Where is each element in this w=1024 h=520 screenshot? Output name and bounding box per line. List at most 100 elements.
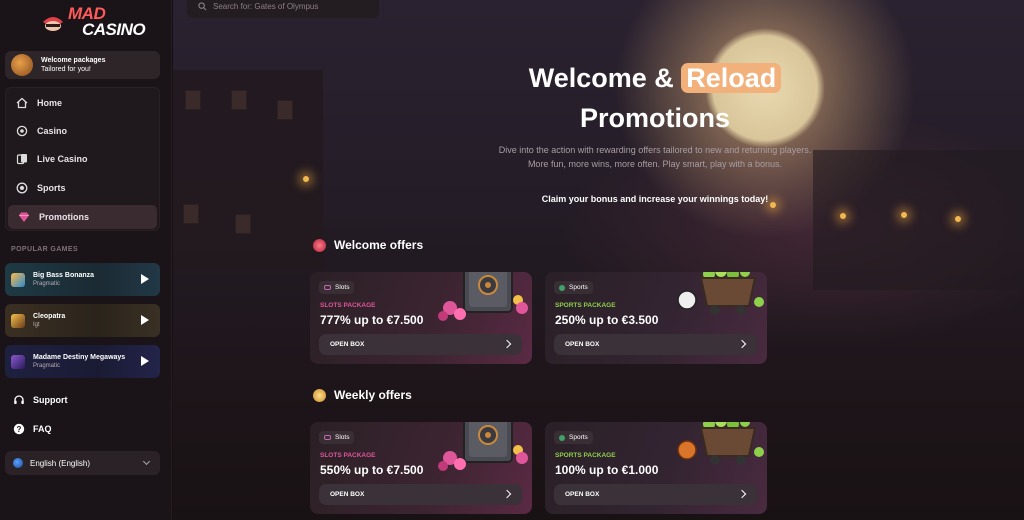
nav-item-live-casino[interactable]: Live Casino — [6, 147, 159, 171]
hero-title-highlight: Reload — [681, 63, 782, 93]
button-label: OPEN BOX — [565, 341, 600, 348]
offer-card-slots[interactable]: Slots SLOTS PACKAGE 550% up to €7.500 OP… — [310, 422, 532, 514]
nav-item-casino[interactable]: Casino — [6, 119, 159, 143]
nav-item-home[interactable]: Home — [6, 91, 159, 115]
open-box-button[interactable]: OPEN BOX — [319, 484, 522, 505]
slots-icon — [324, 285, 331, 290]
game-big-bass-bonanza[interactable]: Big Bass Bonanza Pragmatic — [5, 263, 160, 296]
soccer-ball-icon — [16, 182, 28, 194]
play-icon[interactable] — [141, 274, 149, 284]
background-lamp — [840, 213, 846, 219]
button-label: OPEN BOX — [330, 341, 365, 348]
percent-badge-icon — [313, 238, 326, 252]
slots-icon — [324, 435, 331, 440]
language-selector[interactable]: English (English) — [5, 451, 160, 475]
background-window — [235, 214, 251, 234]
welcome-offers-heading: Welcome offers — [313, 238, 423, 252]
hero-claim: Claim your bonus and increase your winni… — [541, 194, 769, 204]
chevron-right-icon — [737, 489, 747, 499]
open-box-button[interactable]: OPEN BOX — [554, 484, 757, 505]
home-icon — [16, 97, 28, 109]
offer-card-slots[interactable]: Slots SLOTS PACKAGE 777% up to €7.500 OP… — [310, 272, 532, 364]
offer-tag: Sports — [554, 281, 593, 294]
offer-card-sports[interactable]: Sports SPORTS PACKAGE 100% up to €1.000 … — [545, 422, 767, 514]
safe-with-gems-icon — [438, 422, 528, 471]
support-label: Support — [33, 395, 68, 405]
hero-title-part2: Promotions — [579, 103, 730, 133]
nav-label-casino: Casino — [37, 126, 68, 136]
nav-label-live-casino: Live Casino — [37, 154, 88, 164]
nav-label-promotions: Promotions — [39, 212, 90, 222]
background-lamp — [901, 212, 907, 218]
game-thumbnail — [11, 313, 25, 328]
offer-amount: 550% up to €7.500 — [320, 463, 424, 477]
sports-icon — [559, 434, 565, 441]
gem-icon — [19, 212, 29, 222]
headset-icon — [14, 395, 24, 404]
game-thumbnail — [11, 272, 25, 287]
game-provider: Pragmatic — [33, 362, 61, 369]
nav-label-home: Home — [37, 98, 63, 108]
welcome-card-subtitle: Tailored for you! — [41, 66, 91, 73]
offer-amount: 250% up to €3.500 — [555, 313, 659, 327]
open-box-button[interactable]: OPEN BOX — [554, 334, 757, 355]
hero-title: Welcome & Reload Promotions — [513, 58, 797, 138]
offer-tag-label: Sports — [569, 284, 588, 291]
offer-tag-label: Sports — [569, 434, 588, 441]
sidebar: MAD CASINO Welcome packages Tailored for… — [0, 0, 172, 520]
svg-text:?: ? — [17, 425, 22, 434]
faq-link[interactable]: ? FAQ — [13, 423, 52, 435]
background-lamp — [955, 216, 961, 222]
sun-badge-icon — [313, 388, 326, 402]
background-window — [183, 204, 199, 224]
hero-subtitle: Dive into the action with rewarding offe… — [498, 145, 812, 169]
game-provider: Igt — [33, 321, 40, 328]
welcome-card-title: Welcome packages — [41, 57, 106, 64]
background-lamp — [303, 176, 309, 182]
search-placeholder: Search for: Gates of Olympus — [213, 1, 319, 11]
offer-card-sports[interactable]: Sports SPORTS PACKAGE 250% up to €3.500 … — [545, 272, 767, 364]
mad-casino-logo[interactable]: MAD CASINO — [40, 4, 146, 40]
button-label: OPEN BOX — [330, 491, 365, 498]
play-icon[interactable] — [141, 356, 149, 366]
offer-tag: Slots — [319, 281, 355, 294]
offer-package: SLOTS PACKAGE — [320, 452, 376, 459]
background-window — [277, 100, 293, 120]
search-bar[interactable]: Search for: Gates of Olympus — [187, 0, 379, 18]
sports-icon — [559, 284, 565, 291]
language-label: English (English) — [30, 458, 91, 468]
hero-title-part1: Welcome & — [528, 63, 682, 93]
chevron-right-icon — [737, 339, 747, 349]
open-box-button[interactable]: OPEN BOX — [319, 334, 522, 355]
globe-icon — [13, 458, 23, 468]
casino-chip-icon — [16, 125, 28, 137]
game-madame-destiny-megaways[interactable]: Madame Destiny Megaways Pragmatic — [5, 345, 160, 378]
support-link[interactable]: Support — [13, 394, 68, 406]
main-nav: Home Casino Live Casino Sports Promotion… — [5, 87, 160, 231]
offer-amount: 777% up to €7.500 — [320, 313, 424, 327]
bandit-hat-icon — [43, 17, 63, 31]
offer-tag-label: Slots — [335, 284, 350, 291]
welcome-packages-card[interactable]: Welcome packages Tailored for you! — [5, 51, 160, 79]
nav-item-sports[interactable]: Sports — [6, 176, 159, 200]
play-icon[interactable] — [141, 315, 149, 325]
cards-icon — [16, 154, 27, 165]
nav-item-promotions[interactable]: Promotions — [8, 205, 157, 229]
background-window — [185, 90, 201, 110]
section-title: Weekly offers — [334, 388, 412, 402]
background-building — [813, 150, 1024, 290]
game-cleopatra[interactable]: Cleopatra Igt — [5, 304, 160, 337]
game-thumbnail — [11, 354, 25, 369]
section-title: Welcome offers — [334, 238, 424, 252]
offer-tag: Sports — [554, 431, 593, 444]
chevron-down-icon — [142, 457, 151, 466]
chevron-right-icon — [502, 339, 512, 349]
game-provider: Pragmatic — [33, 280, 61, 287]
chevron-right-icon — [502, 489, 512, 499]
offer-package: SPORTS PACKAGE — [555, 452, 616, 459]
offer-package: SPORTS PACKAGE — [555, 302, 616, 309]
search-icon — [198, 1, 207, 10]
game-name: Cleopatra — [33, 312, 66, 320]
logo-text-casino: CASINO — [82, 20, 146, 39]
question-icon: ? — [13, 423, 25, 435]
